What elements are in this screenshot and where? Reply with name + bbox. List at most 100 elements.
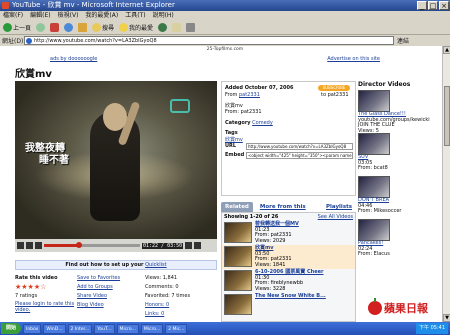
embed-field[interactable]: <object width="425" height="350"><param … bbox=[246, 152, 353, 159]
menu-tools[interactable]: 工具(T) bbox=[125, 11, 145, 20]
advertise-link[interactable]: Advertise on this site bbox=[327, 56, 380, 62]
comments-stat: Comments: 0 bbox=[145, 284, 179, 290]
video-frame[interactable]: 我整夜轉 睡不著 bbox=[15, 81, 217, 239]
play-pause-icon[interactable] bbox=[17, 242, 24, 249]
director-video-item[interactable]: Pancakes! 02:24 From: Elacus bbox=[358, 219, 418, 262]
video-info-box: Added October 07, 2006 From pat2331 SUBS… bbox=[221, 81, 356, 196]
menu-edit[interactable]: 編輯(E) bbox=[30, 11, 50, 20]
related-title[interactable]: The New Snow White B... bbox=[255, 293, 326, 300]
ie-page-icon bbox=[26, 38, 32, 44]
video-thumbnail[interactable] bbox=[224, 246, 252, 267]
tab-more-from-user[interactable]: More from this user bbox=[256, 202, 319, 220]
tag-link[interactable]: 欣賞mv bbox=[225, 136, 243, 143]
search-button[interactable]: 搜尋 bbox=[92, 22, 114, 32]
taskbar-item[interactable]: Micro... bbox=[116, 323, 139, 334]
uploader-link[interactable]: pat2331 bbox=[239, 92, 260, 98]
url-field[interactable]: http://www.youtube.com/watch?v=LA3ZbIGyo… bbox=[246, 143, 353, 150]
history-button[interactable] bbox=[158, 22, 168, 32]
blog-video-link[interactable]: Blog Video bbox=[77, 301, 137, 310]
star-rating[interactable]: ★★★★☆ bbox=[15, 283, 75, 292]
mail-button[interactable] bbox=[172, 22, 182, 32]
director-video-line3: From: Mikesoccer bbox=[358, 208, 402, 214]
director-video-item[interactable]: SUV 03:05 From: bcat8 bbox=[358, 133, 418, 176]
stop-button[interactable] bbox=[50, 22, 60, 32]
related-video-item[interactable]: 欣賞mv 03:50 From: pat2331 Views: 1841 bbox=[222, 245, 355, 269]
director-video-line3: From: bcat8 bbox=[358, 165, 388, 171]
vertical-scrollbar[interactable]: ▲ ▼ bbox=[442, 46, 450, 322]
address-input[interactable]: http://www.youtube.com/watch?v=LA3ZbIGyo… bbox=[24, 36, 394, 45]
views-stat: Views: 1,841 bbox=[145, 275, 178, 281]
progress-bar[interactable] bbox=[44, 242, 140, 248]
category-link[interactable]: Comedy bbox=[252, 120, 273, 126]
forward-button[interactable] bbox=[36, 22, 46, 32]
menu-help[interactable]: 說明(H) bbox=[153, 11, 174, 20]
related-meta: 6-10-2006 國票萬寶 Cheer 01:30 From: fireblyne… bbox=[255, 269, 323, 292]
taskbar-item[interactable]: YouT... bbox=[94, 323, 115, 334]
subscribe-button[interactable]: SUBSCRIBE bbox=[318, 85, 350, 91]
taskbar-item[interactable]: Inbox bbox=[23, 323, 42, 334]
ads-link[interactable]: ads by doooooogle bbox=[50, 56, 97, 62]
start-button[interactable]: 開始 bbox=[1, 323, 21, 334]
print-button[interactable] bbox=[186, 22, 196, 32]
related-video-item[interactable]: The New Snow White B... bbox=[222, 293, 355, 317]
menu-favorites[interactable]: 我的最愛(A) bbox=[85, 11, 118, 20]
stop-icon[interactable] bbox=[26, 242, 33, 249]
director-video-item[interactable]: DON'T BREA 04:46 From: Mikesoccer bbox=[358, 176, 418, 219]
progress-knob[interactable] bbox=[75, 242, 82, 248]
taskbar-item[interactable]: 2 Mic... bbox=[165, 323, 188, 334]
tab-related[interactable]: Related bbox=[221, 202, 253, 212]
video-thumbnail[interactable] bbox=[224, 222, 252, 243]
related-video-item[interactable]: 6-10-2006 國票萬寶 Cheer 01:30 From: fireblyne… bbox=[222, 269, 355, 293]
video-thumbnail[interactable] bbox=[358, 90, 390, 112]
youtube-favicon-icon bbox=[2, 2, 9, 9]
video-thumbnail[interactable] bbox=[358, 219, 390, 241]
address-label: 網址(D) bbox=[2, 38, 24, 45]
category-row: Category Comedy bbox=[225, 120, 273, 126]
tab-playlists[interactable]: Playlists bbox=[322, 202, 356, 212]
scroll-thumb[interactable] bbox=[444, 86, 450, 146]
login-to-rate-link[interactable]: Please login to rate this video. bbox=[15, 301, 75, 313]
taskbar: 開始 Inbox WinD... 2 Inter... YouT... Micr… bbox=[0, 322, 450, 335]
maximize-button[interactable]: □ bbox=[428, 1, 438, 10]
taskbar-item[interactable]: 2 Inter... bbox=[67, 323, 93, 334]
video-thumbnail[interactable] bbox=[224, 270, 252, 291]
related-tabs: Related More from this user Playlists bbox=[221, 202, 356, 220]
back-button[interactable]: 上一頁 bbox=[3, 22, 31, 32]
taskbar-item[interactable]: Micro... bbox=[140, 323, 164, 334]
video-player[interactable]: 我整夜轉 睡不著 01:22 / 03:50 bbox=[15, 81, 217, 252]
director-video-line3: From: Elacus bbox=[358, 251, 390, 257]
share-video-link[interactable]: Share Video bbox=[77, 292, 137, 301]
home-button[interactable] bbox=[78, 22, 88, 32]
video-thumbnail[interactable] bbox=[358, 133, 390, 155]
see-all-videos-link[interactable]: See All Videos bbox=[318, 213, 353, 221]
close-button[interactable]: × bbox=[439, 1, 449, 10]
rating-panel: Rate this video ★★★★☆ 7 ratings Please l… bbox=[15, 274, 217, 322]
minimize-button[interactable]: _ bbox=[417, 1, 427, 10]
director-items: The Glass Dance!!! youtube.com/groups/kew… bbox=[358, 90, 430, 262]
mute-icon[interactable] bbox=[185, 242, 193, 249]
fullscreen-icon[interactable] bbox=[194, 242, 202, 249]
menu-file[interactable]: 檔案(F) bbox=[3, 11, 23, 20]
print-icon bbox=[186, 22, 196, 32]
favorites-button[interactable]: 我的最愛 bbox=[119, 22, 153, 32]
video-thumbnail[interactable] bbox=[224, 294, 252, 315]
menu-view[interactable]: 檢視(V) bbox=[58, 11, 79, 20]
volume-icon[interactable] bbox=[35, 242, 42, 249]
related-views: Views: 2029 bbox=[255, 237, 286, 244]
video-thumbnail[interactable] bbox=[358, 176, 390, 198]
subtitle-line-2: 睡不著 bbox=[39, 155, 69, 166]
links-button[interactable]: 連結 bbox=[397, 36, 409, 45]
time-display: 01:22 / 03:50 bbox=[142, 242, 184, 249]
director-video-item[interactable]: The Glass Dance!!! youtube.com/groups/kew… bbox=[358, 90, 430, 133]
links-link[interactable]: Links: 0 bbox=[145, 310, 215, 319]
scroll-up-icon[interactable]: ▲ bbox=[443, 46, 450, 54]
save-to-favorites-link[interactable]: Save to Favorites bbox=[77, 274, 137, 283]
taskbar-item[interactable]: WinD... bbox=[43, 323, 66, 334]
related-video-item[interactable]: 替我轉送我一個MV 01:23 From: pat2331 Views: 2029 bbox=[222, 221, 355, 245]
description-from: From: pat2331 bbox=[225, 109, 262, 115]
refresh-button[interactable] bbox=[64, 22, 74, 32]
honors-link[interactable]: Honors: 0 bbox=[145, 301, 215, 310]
quicklist-link[interactable]: Quicklist bbox=[145, 262, 166, 268]
showing-count: Showing 1-20 of 26 bbox=[224, 214, 279, 220]
add-to-groups-link[interactable]: Add to Groups bbox=[77, 283, 137, 292]
